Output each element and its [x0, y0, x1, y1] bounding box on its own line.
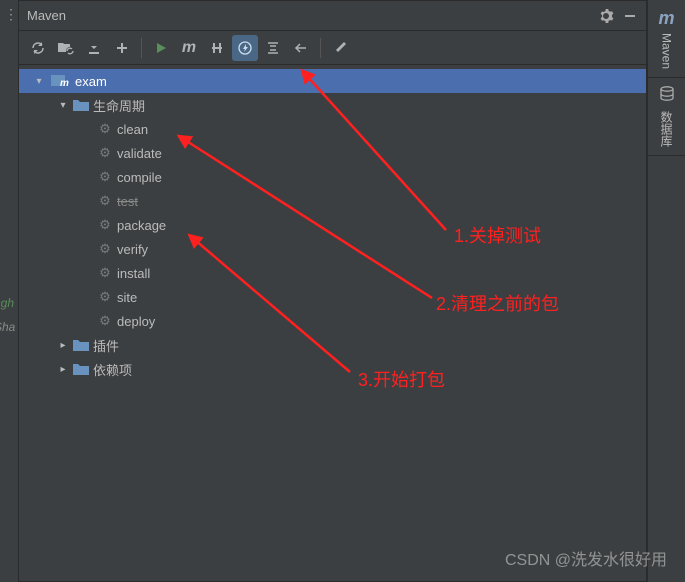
project-node[interactable]: ▾ m exam — [19, 69, 646, 93]
download-icon[interactable] — [81, 35, 107, 61]
skip-icon[interactable] — [204, 35, 230, 61]
annotation-1: 1.关掉测试 — [454, 222, 541, 248]
deps-node[interactable]: ▸ 依赖项 — [19, 357, 646, 381]
chevron-down-icon: ▾ — [57, 100, 69, 111]
chevron-right-icon: ▸ — [57, 364, 69, 375]
lifecycle-node[interactable]: ▾ 生命周期 — [19, 93, 646, 117]
m-icon[interactable]: m — [176, 35, 202, 61]
folder-icon — [73, 339, 89, 352]
deps-label: 依赖项 — [93, 360, 132, 379]
gear-icon: ⚙ — [97, 265, 113, 281]
lifecycle-item-compile[interactable]: ⚙ compile — [19, 165, 646, 189]
item-label: package — [117, 218, 166, 233]
gear-icon: ⚙ — [97, 193, 113, 209]
lifecycle-label: 生命周期 — [93, 96, 145, 115]
annotation-2: 2.清理之前的包 — [436, 290, 559, 316]
item-label: validate — [117, 146, 162, 161]
item-label: install — [117, 266, 150, 281]
item-label: verify — [117, 242, 148, 257]
plus-icon[interactable] — [109, 35, 135, 61]
sidebar-label: Maven — [660, 33, 674, 69]
svg-text:m: m — [60, 78, 69, 88]
maven-module-icon: m — [51, 74, 69, 88]
lifecycle-item-install[interactable]: ⚙ install — [19, 261, 646, 285]
sidebar-tab-database[interactable]: 数据库 — [648, 78, 685, 156]
separator — [141, 38, 142, 58]
collapse-icon[interactable] — [260, 35, 286, 61]
show-icon[interactable] — [288, 35, 314, 61]
gutter-text-1: ngh — [0, 296, 14, 310]
gutter-text-2: Sha — [0, 320, 15, 334]
gear-icon: ⚙ — [97, 241, 113, 257]
right-sidebar: m Maven 数据库 — [647, 0, 685, 582]
lifecycle-item-validate[interactable]: ⚙ validate — [19, 141, 646, 165]
item-label: compile — [117, 170, 162, 185]
watermark: CSDN @洗发水很好用 — [505, 546, 667, 570]
lifecycle-item-package[interactable]: ⚙ package — [19, 213, 646, 237]
panel-header: Maven — [19, 1, 646, 31]
minimize-icon[interactable] — [622, 8, 638, 24]
chevron-right-icon: ▸ — [57, 340, 69, 351]
folder-icon — [73, 99, 89, 112]
project-label: exam — [75, 74, 107, 89]
plugins-label: 插件 — [93, 336, 119, 355]
separator — [320, 38, 321, 58]
toggle-skip-tests-icon[interactable] — [232, 35, 258, 61]
annotation-3: 3.开始打包 — [358, 366, 445, 392]
gear-icon: ⚙ — [97, 145, 113, 161]
database-icon — [659, 86, 675, 107]
gear-icon: ⚙ — [97, 169, 113, 185]
refresh-icon[interactable] — [25, 35, 51, 61]
item-label: clean — [117, 122, 148, 137]
toolbar: m — [19, 31, 646, 65]
lifecycle-item-verify[interactable]: ⚙ verify — [19, 237, 646, 261]
settings-icon[interactable] — [327, 35, 353, 61]
plugins-node[interactable]: ▸ 插件 — [19, 333, 646, 357]
chevron-down-icon: ▾ — [33, 76, 45, 87]
left-gutter: ⋮ ngh Sha — [0, 0, 18, 582]
item-label: test — [117, 194, 138, 209]
folders-icon[interactable] — [53, 35, 79, 61]
play-icon[interactable] — [148, 35, 174, 61]
m-icon: m — [658, 8, 674, 29]
lifecycle-item-test[interactable]: ⚙ test — [19, 189, 646, 213]
gear-icon: ⚙ — [97, 313, 113, 329]
panel-title: Maven — [27, 8, 590, 23]
gear-icon: ⚙ — [97, 217, 113, 233]
project-tree: ▾ m exam ▾ 生命周期 ⚙ clean ⚙ validate ⚙ compil… — [19, 65, 646, 385]
sidebar-label: 数据库 — [658, 111, 675, 147]
gear-icon: ⚙ — [97, 289, 113, 305]
folder-icon — [73, 363, 89, 376]
item-label: site — [117, 290, 137, 305]
gear-icon[interactable] — [598, 8, 614, 24]
item-label: deploy — [117, 314, 155, 329]
drag-dots-icon: ⋮ — [4, 6, 16, 23]
sidebar-tab-maven[interactable]: m Maven — [648, 0, 685, 78]
lifecycle-item-clean[interactable]: ⚙ clean — [19, 117, 646, 141]
gear-icon: ⚙ — [97, 121, 113, 137]
